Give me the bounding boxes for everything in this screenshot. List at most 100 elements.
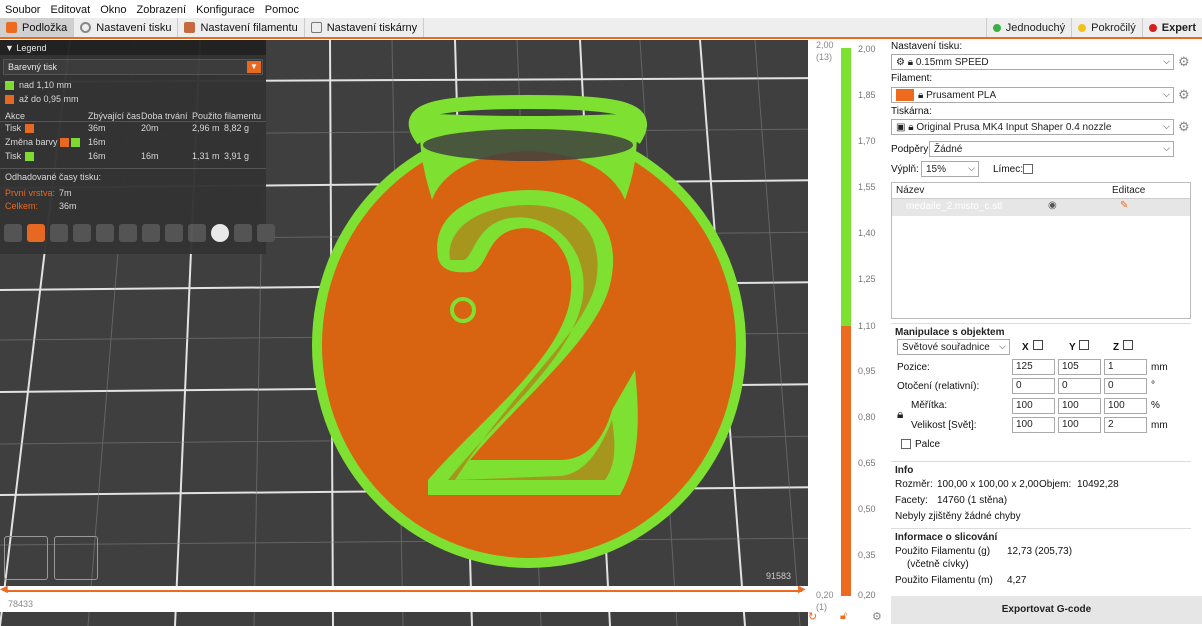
range-item: nad 1,10 mm <box>5 80 72 90</box>
size-z-input[interactable]: 2 <box>1104 417 1147 433</box>
table-row: Změna barvy 16m <box>5 137 106 147</box>
cube-view-icon[interactable] <box>4 536 48 580</box>
collapse-triangle-icon: ▼ <box>5 42 17 53</box>
scale-z-input[interactable]: 100 <box>1104 398 1147 414</box>
gear-icon <box>80 22 92 33</box>
mode-simple[interactable]: Jednoduchý <box>985 18 1071 37</box>
menu-file[interactable]: Soubor <box>0 4 45 16</box>
gear-icon: ⚙ 🔒︎ <box>896 56 916 68</box>
printer-select[interactable]: ▣ 🔒︎ Original Prusa MK4 Input Shaper 0.4… <box>891 119 1174 135</box>
chevron-down-icon: ⌵ <box>1163 56 1170 66</box>
table-header: Akce Zbývající čas Doba trvání Použito f… <box>0 110 266 122</box>
seams-icon[interactable] <box>96 224 114 242</box>
size-x-input[interactable]: 100 <box>1012 417 1055 433</box>
tab-print-settings[interactable]: Nastavení tisku <box>74 18 179 37</box>
printer-icon <box>310 22 322 33</box>
supports-select[interactable]: Žádné ⌵ <box>929 141 1174 157</box>
time-table: Akce Zbývající čas Doba trvání Použito f… <box>0 110 266 164</box>
position-y-input[interactable]: 105 <box>1058 359 1101 375</box>
infill-select[interactable]: 15% ⌵ <box>921 161 979 177</box>
menu-help[interactable]: Pomoc <box>260 4 304 16</box>
chevron-down-icon: ⌵ <box>1163 121 1170 131</box>
plater-icon <box>6 22 17 33</box>
pause-icon[interactable] <box>165 224 183 242</box>
position-z-input[interactable]: 1 <box>1104 359 1147 375</box>
range-item: až do 0,95 mm <box>5 94 79 104</box>
info-section-title: Info <box>891 461 1191 476</box>
manipulation-section-title: Manipulace s objektem <box>891 323 1191 338</box>
drop-to-bed-icon[interactable] <box>1123 340 1133 350</box>
eye-icon[interactable]: ◉ <box>1048 200 1057 211</box>
layers-view-icon[interactable] <box>54 536 98 580</box>
size-y-input[interactable]: 100 <box>1058 417 1101 433</box>
edit-preset-icon[interactable]: ⚙ <box>1178 119 1190 135</box>
export-gcode-button[interactable]: Exportovat G-code <box>891 596 1202 624</box>
menu-config[interactable]: Konfigurace <box>191 4 260 16</box>
travel-icon[interactable] <box>4 224 22 242</box>
lock-scale-icon[interactable]: 🔒︎ <box>897 407 903 422</box>
menu-window[interactable]: Okno <box>95 4 131 16</box>
vertical-slider[interactable]: 2,00 (13) 2,00 1,85 1,70 1,55 1,40 1,25 … <box>808 40 886 626</box>
mode-dot-icon <box>1148 23 1157 32</box>
3d-viewport[interactable]: ▼ Legend Barevný tisk ▼ nad 1,10 mm až do… <box>0 40 836 626</box>
lock-icon: 🔒︎ <box>918 89 927 101</box>
legend-panel: ▼ Legend Barevný tisk ▼ nad 1,10 mm až do… <box>0 40 275 254</box>
tool-changes-icon[interactable] <box>119 224 137 242</box>
coordinates-select[interactable]: Světové souřadnice ⌵ <box>897 339 1010 355</box>
mode-expert[interactable]: Expert <box>1141 18 1202 37</box>
slider-right-arrow-icon[interactable]: ▶ <box>798 584 806 595</box>
drop-to-bed-icon[interactable] <box>1033 340 1043 350</box>
slider-left-arrow-icon[interactable]: ◀ <box>0 584 8 595</box>
view-type-select[interactable]: Barevný tisk ▼ <box>3 59 263 75</box>
custom-gcode-icon[interactable] <box>188 224 206 242</box>
color-swatch <box>71 138 80 147</box>
color-swatch <box>25 152 34 161</box>
shells-icon[interactable] <box>234 224 252 242</box>
edit-preset-icon[interactable]: ⚙ <box>1178 87 1190 103</box>
chevron-down-icon: ⌵ <box>968 163 975 173</box>
mode-dot-icon <box>992 23 1001 32</box>
drop-to-bed-icon[interactable] <box>1079 340 1089 350</box>
filament-select[interactable]: 🔒︎ Prusament PLA ⌵ <box>891 87 1174 103</box>
rotation-y-input[interactable]: 0 <box>1058 378 1101 394</box>
tool-marker-icon[interactable] <box>257 224 275 242</box>
color-swatch <box>5 80 14 90</box>
settings-cog-icon[interactable]: ⚙ <box>872 610 882 623</box>
edit-icon[interactable]: ✎ <box>1120 200 1128 211</box>
rotation-z-input[interactable]: 0 <box>1104 378 1147 394</box>
horizontal-slider[interactable]: ◀ ▶ 78433 91583 <box>0 571 808 612</box>
position-x-input[interactable]: 125 <box>1012 359 1055 375</box>
filament-color-swatch[interactable] <box>896 89 914 101</box>
inches-checkbox[interactable] <box>901 439 911 449</box>
mode-advanced[interactable]: Pokročilý <box>1071 18 1142 37</box>
menu-view[interactable]: Zobrazení <box>132 4 192 16</box>
scale-x-input[interactable]: 100 <box>1012 398 1055 414</box>
view-buttons <box>4 536 104 580</box>
table-row: Tisk 16m 16m 1,31 m 3,91 g <box>5 151 250 161</box>
color-swatch <box>25 124 34 133</box>
edit-preset-icon[interactable]: ⚙ <box>1178 54 1190 70</box>
scale-y-input[interactable]: 100 <box>1058 398 1101 414</box>
tab-filament-settings[interactable]: Nastavení filamentu <box>178 18 305 37</box>
tab-printer-settings[interactable]: Nastavení tiskárny <box>305 18 425 37</box>
deretractions-icon[interactable] <box>73 224 91 242</box>
list-item[interactable]: medaile_2.misto_c.stl ◉ ✎ <box>892 199 1190 216</box>
color-changes-icon[interactable] <box>142 224 160 242</box>
undo-arrow-icon[interactable]: ↻ <box>808 610 817 623</box>
chevron-down-icon: ▼ <box>247 61 261 73</box>
lock-icon[interactable]: 🔓︎ <box>840 610 847 623</box>
feature-toggles <box>4 224 280 242</box>
menu-edit[interactable]: Editovat <box>45 4 95 16</box>
print-settings-select[interactable]: ⚙ 🔒︎ 0.15mm SPEED ⌵ <box>891 54 1174 70</box>
color-swatch <box>60 138 69 147</box>
tab-plater[interactable]: Podložka <box>0 18 75 37</box>
brim-checkbox[interactable] <box>1023 164 1033 174</box>
chevron-down-icon: ⌵ <box>1163 143 1170 153</box>
vertical-slider-upper-range <box>841 48 851 326</box>
retractions-icon[interactable] <box>50 224 68 242</box>
rotation-x-input[interactable]: 0 <box>1012 378 1055 394</box>
printer-icon: ▣ 🔒︎ <box>896 121 917 133</box>
wipe-icon[interactable] <box>27 224 45 242</box>
legend-header[interactable]: ▼ Legend <box>0 40 266 55</box>
center-of-gravity-icon[interactable] <box>211 224 229 242</box>
